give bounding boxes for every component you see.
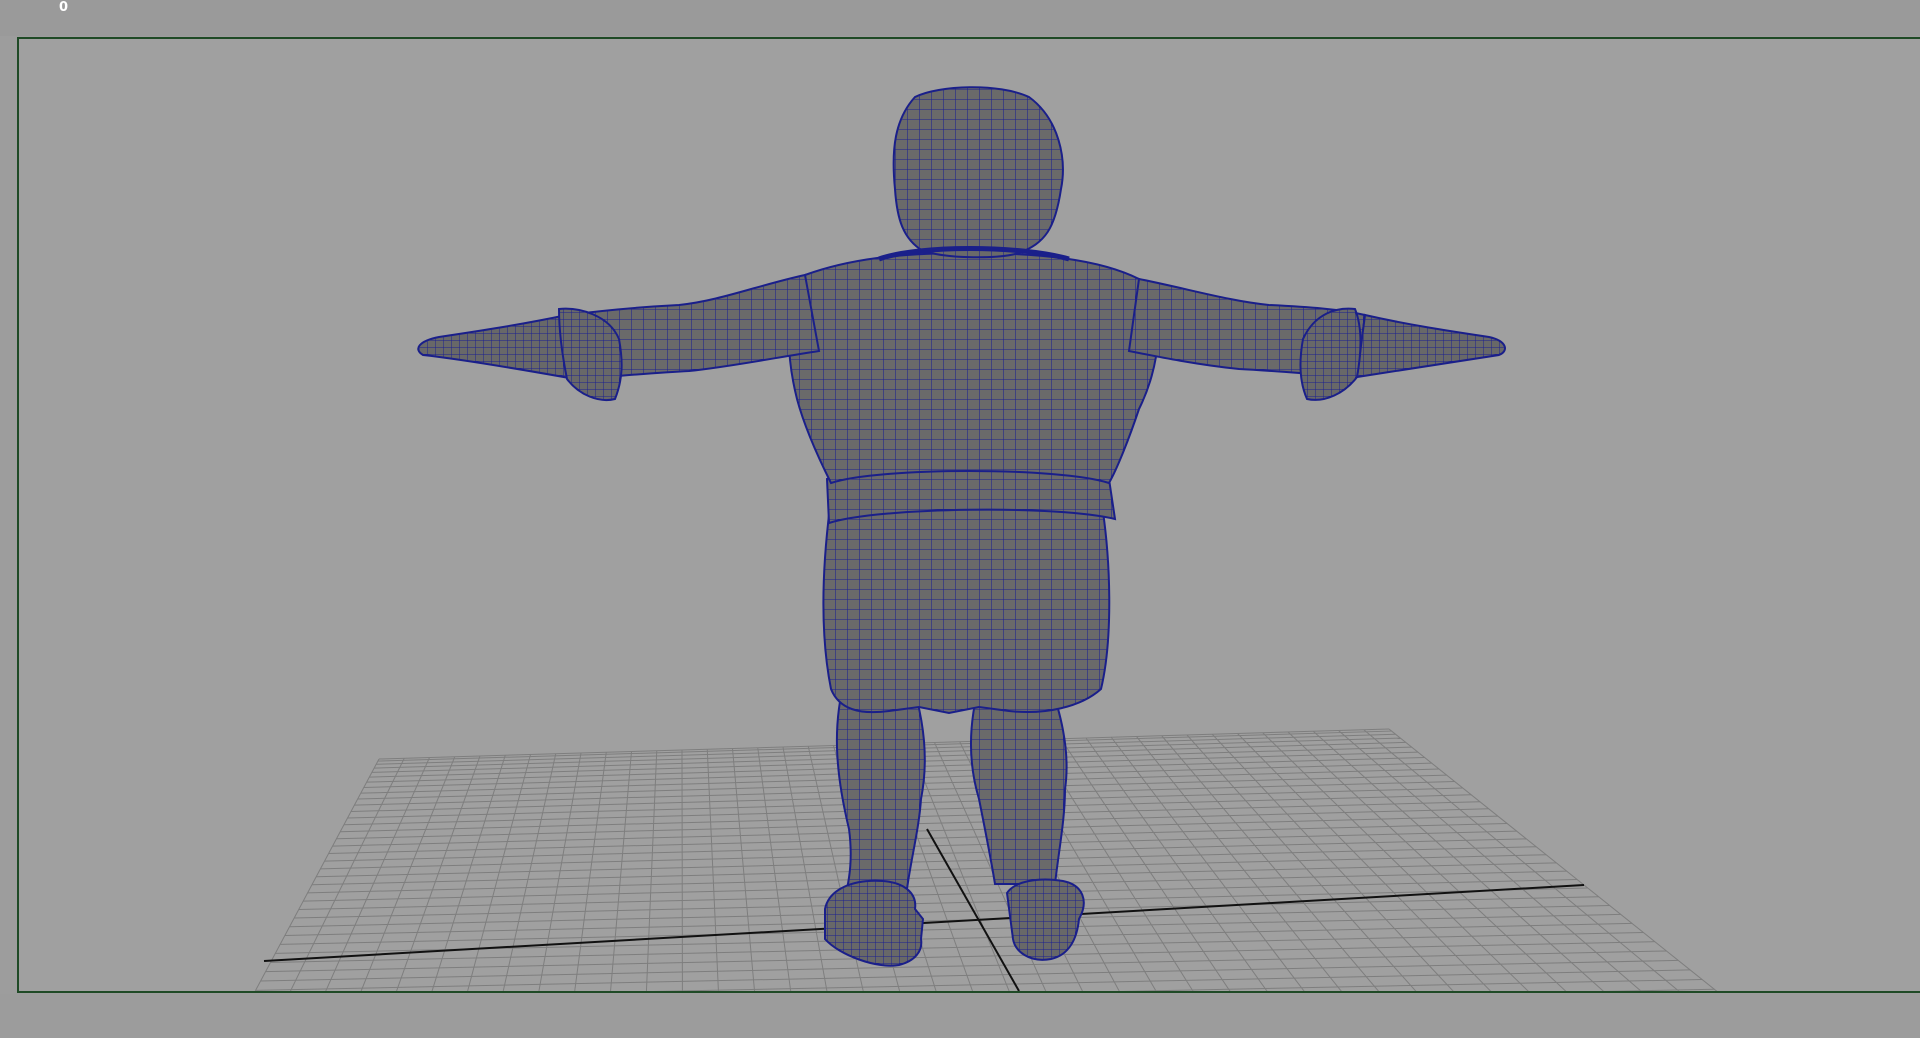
grid-line bbox=[298, 879, 1578, 911]
robe bbox=[822, 498, 1111, 715]
grid-line bbox=[320, 838, 1527, 870]
grid-line bbox=[706, 749, 719, 991]
grid-line bbox=[316, 846, 1537, 878]
grid-line bbox=[681, 749, 683, 991]
maya-app-window: 0 bbox=[0, 0, 1920, 1038]
viewport-footer-strip bbox=[0, 994, 1920, 1038]
grid-line bbox=[1287, 731, 1567, 991]
grid-line bbox=[294, 887, 1588, 919]
grid-line bbox=[645, 750, 658, 991]
frame-counter: 0 bbox=[59, 0, 69, 15]
grid-line bbox=[1602, 988, 1715, 991]
left-boot bbox=[824, 879, 925, 967]
grid-line bbox=[284, 904, 1610, 936]
grid-line bbox=[260, 950, 1667, 982]
viewport-header-strip: 0 bbox=[0, 0, 1920, 36]
grid-line bbox=[270, 931, 1644, 963]
grid-line bbox=[757, 747, 792, 991]
grid-line bbox=[255, 959, 1679, 991]
right-hand bbox=[1355, 313, 1506, 379]
grid-line bbox=[265, 941, 1655, 973]
grid-line bbox=[307, 862, 1557, 894]
grid-line bbox=[324, 830, 1517, 862]
perspective-viewport[interactable] bbox=[17, 37, 1920, 993]
left-hand bbox=[417, 313, 577, 381]
torso bbox=[788, 251, 1159, 485]
wireframe-character-icon[interactable] bbox=[417, 86, 1506, 967]
grid-line bbox=[311, 854, 1547, 886]
grid-line bbox=[280, 913, 1621, 945]
grid-line bbox=[1211, 733, 1454, 991]
grid-line bbox=[1186, 734, 1417, 991]
grid-line bbox=[1363, 729, 1680, 991]
viewport-canvas[interactable] bbox=[19, 39, 1920, 991]
grid-line bbox=[1388, 728, 1718, 991]
right-boot bbox=[1005, 878, 1085, 961]
hood bbox=[892, 86, 1064, 259]
grid-line bbox=[782, 746, 828, 991]
grid-line bbox=[653, 969, 1691, 991]
grid-line bbox=[732, 748, 756, 991]
